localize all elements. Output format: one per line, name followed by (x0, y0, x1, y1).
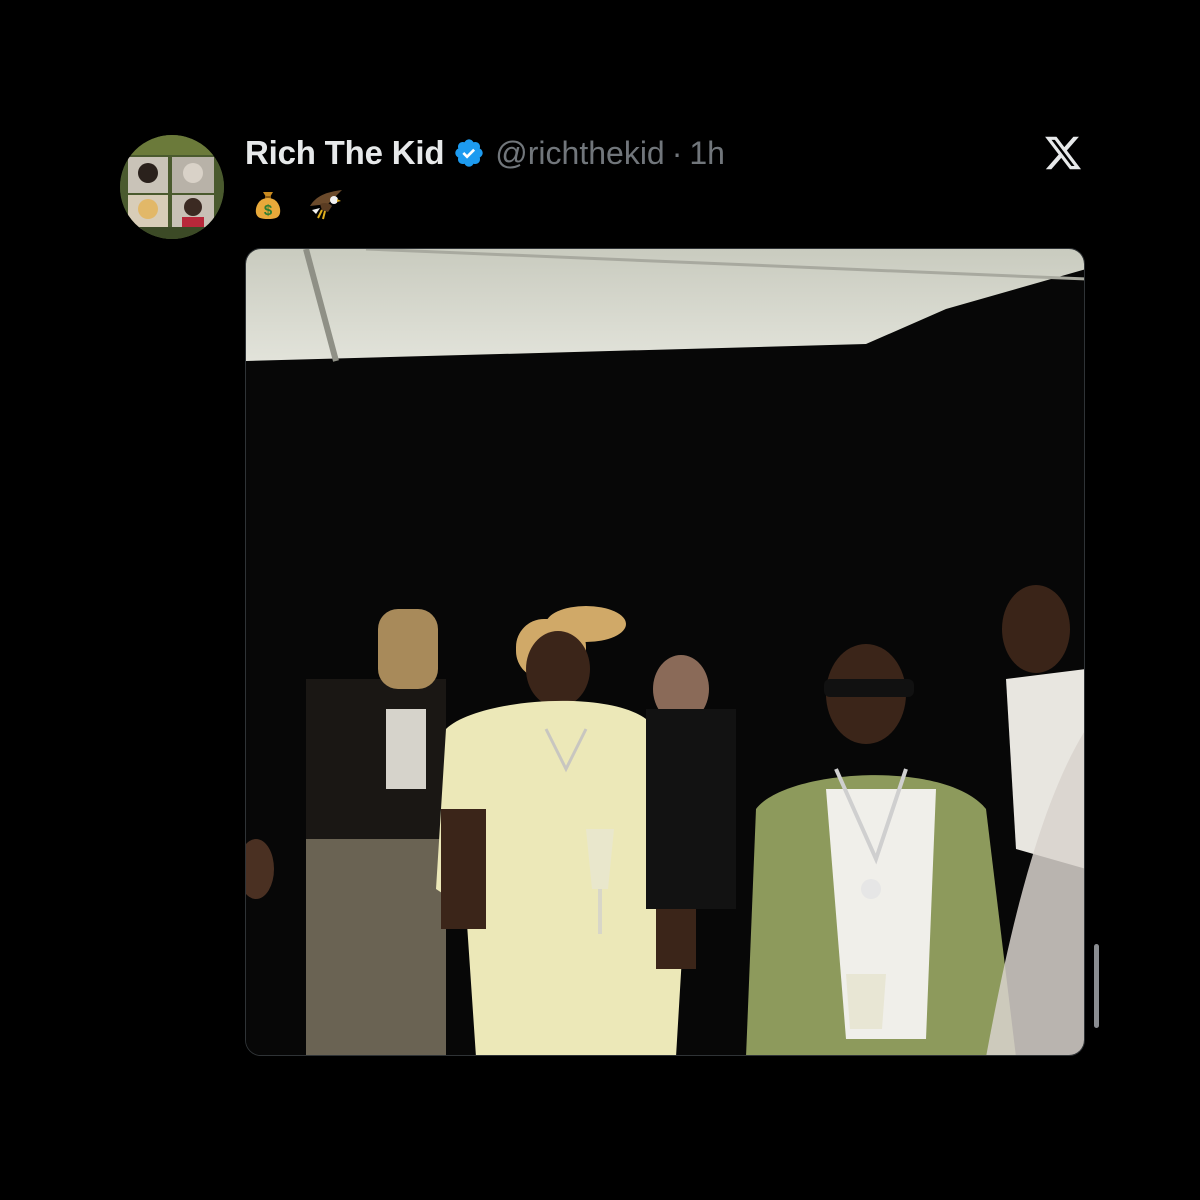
author-avatar[interactable] (120, 135, 224, 239)
tweet-header: Rich The Kid @richthekid · 1h (245, 130, 725, 176)
author-display-name[interactable]: Rich The Kid (245, 134, 444, 172)
author-handle[interactable]: @richthekid (495, 135, 664, 172)
eagle-icon (306, 186, 342, 222)
x-logo-icon[interactable] (1043, 133, 1083, 173)
photo-image (246, 249, 1084, 1055)
tweet-timestamp[interactable]: 1h (689, 135, 725, 172)
tweet-photo[interactable] (245, 248, 1085, 1056)
svg-text:$: $ (264, 202, 273, 219)
verified-badge-icon (453, 137, 485, 169)
avatar-image (120, 135, 224, 239)
tweet-screenshot: Rich The Kid @richthekid · 1h $ (0, 0, 1200, 1200)
scrollbar-thumb[interactable] (1094, 944, 1099, 1028)
money-bag-icon: $ (250, 186, 286, 222)
separator-dot: · (671, 134, 683, 171)
tweet-text: $ (250, 182, 342, 226)
